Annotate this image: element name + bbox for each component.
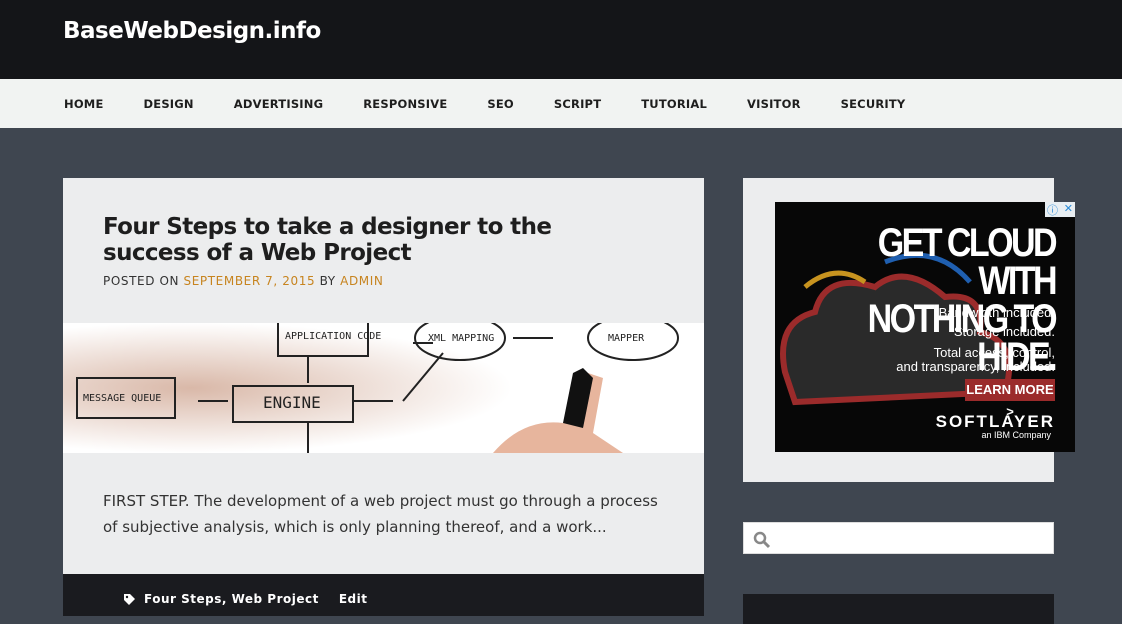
ad-brand-sub: an IBM Company — [981, 430, 1051, 440]
image-label: MESSAGE QUEUE — [83, 393, 161, 404]
site-logo[interactable]: BaseWebDesign.info — [63, 18, 321, 44]
post-footer: Four Steps, Web Project Edit — [63, 574, 704, 616]
post-meta: POSTED ON SEPTEMBER 7, 2015 BY ADMIN — [103, 274, 383, 288]
image-label: XML MAPPING — [428, 333, 494, 344]
image-label: MAPPER — [608, 333, 645, 344]
image-label: APPLICATION CODE — [285, 331, 381, 342]
search-icon[interactable] — [753, 531, 771, 549]
post-author-link[interactable]: ADMIN — [340, 274, 383, 288]
tag-icon — [124, 593, 135, 605]
image-label: ENGINE — [263, 393, 321, 412]
ad-text: Storage included. — [953, 324, 1055, 339]
nav-visitor[interactable]: VISITOR — [747, 97, 801, 111]
sidebar-widget — [743, 594, 1054, 624]
nav-tutorial[interactable]: TUTORIAL — [641, 97, 707, 111]
post-title[interactable]: Four Steps to take a designer to the suc… — [103, 214, 643, 266]
advertisement-banner[interactable]: ⓘ ✕ GET CLOUD WITH NOTHING TO HIDE. Bandwi… — [775, 202, 1075, 452]
post-card: Four Steps to take a designer to the suc… — [63, 178, 704, 616]
nav-responsive[interactable]: RESPONSIVE — [363, 97, 447, 111]
nav-security[interactable]: SECURITY — [841, 97, 906, 111]
posted-on-label: POSTED ON — [103, 274, 180, 288]
nav-design[interactable]: DESIGN — [144, 97, 194, 111]
post-excerpt: FIRST STEP. The development of a web pro… — [103, 492, 658, 536]
nav-seo[interactable]: SEO — [487, 97, 514, 111]
ad-text: Bandwidth included. — [938, 305, 1055, 320]
nav-home[interactable]: HOME — [64, 97, 104, 111]
post-tags-links[interactable]: Four Steps, Web Project — [144, 592, 319, 606]
post-featured-image[interactable]: APPLICATION CODE XML MAPPING MAPPER MESS… — [63, 323, 704, 453]
nav-advertising[interactable]: ADVERTISING — [234, 97, 324, 111]
nav-script[interactable]: SCRIPT — [554, 97, 601, 111]
ad-text: Total access, control, — [933, 345, 1055, 360]
search-input[interactable] — [743, 522, 1054, 554]
flowchart-illustration: APPLICATION CODE XML MAPPING MAPPER MESS… — [63, 323, 704, 453]
sidebar-ad-widget: ⓘ ✕ GET CLOUD WITH NOTHING TO HIDE. Bandwi… — [743, 178, 1075, 482]
ad-text: and transparency, included. — [896, 359, 1055, 374]
ad-brand-logo: SOFTLAYER — [935, 412, 1055, 431]
main-nav: HOME DESIGN ADVERTISING RESPONSIVE SEO S… — [0, 79, 1122, 128]
edit-link[interactable]: Edit — [339, 592, 368, 606]
by-label: BY — [319, 274, 336, 288]
learn-more-button[interactable]: LEARN MORE > — [965, 379, 1055, 419]
site-header: BaseWebDesign.info — [0, 0, 1122, 79]
post-date-link[interactable]: SEPTEMBER 7, 2015 — [184, 274, 316, 288]
